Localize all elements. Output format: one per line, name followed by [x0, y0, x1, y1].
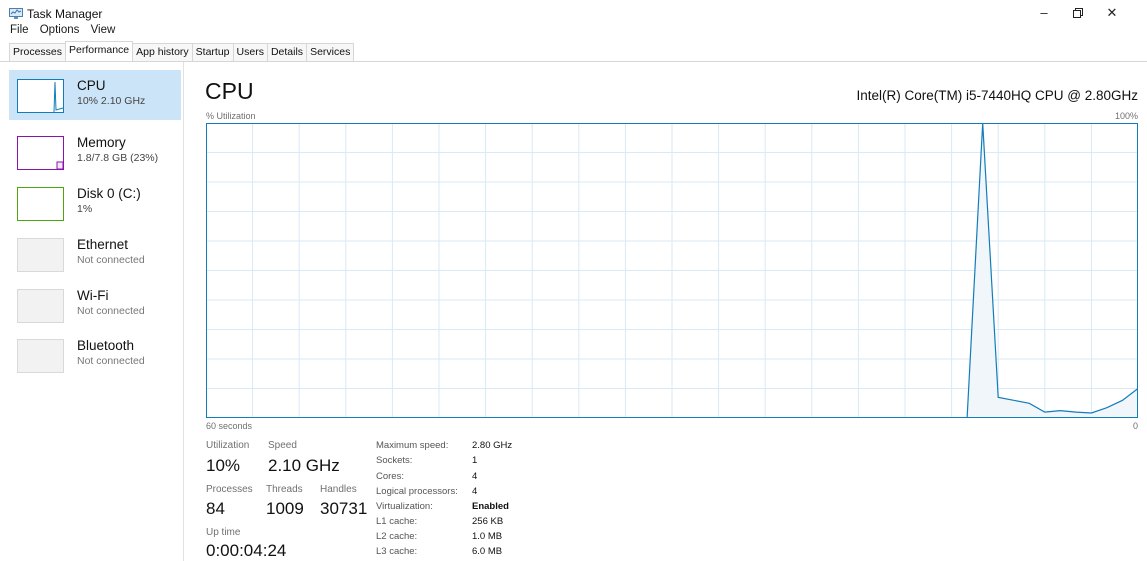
sidebar-item-cpu[interactable]: CPU 10% 2.10 GHz [9, 70, 181, 120]
processes-value: 84 [206, 499, 225, 518]
sidebar-item-detail: Not connected [77, 355, 145, 367]
tab-divider [0, 61, 1147, 62]
restore-icon [1073, 8, 1083, 18]
handles-label: Handles [320, 484, 357, 495]
spec-label: L3 cache: [376, 546, 418, 557]
spec-label: Cores: [376, 471, 404, 482]
spec-label: L1 cache: [376, 516, 418, 527]
sidebar-item-label: Memory [77, 135, 126, 150]
utilization-value: 10% [206, 456, 241, 475]
tab-app-history[interactable]: App history [132, 43, 193, 61]
tab-users[interactable]: Users [232, 43, 268, 61]
processes-label: Processes [206, 484, 253, 495]
sidebar-item-label: Bluetooth [77, 338, 135, 353]
spec-value: 4 [472, 471, 478, 482]
wifi-thumbnail-graph [17, 289, 64, 323]
spec-value: 4 [472, 486, 478, 497]
spec-label: Maximum speed: [376, 440, 449, 451]
menu-bar: File Options View [10, 24, 123, 36]
spec-value: 2.80 GHz [472, 440, 513, 451]
tab-processes[interactable]: Processes [9, 43, 67, 61]
graph-grid [206, 123, 1138, 418]
speed-value: 2.10 GHz [268, 456, 340, 475]
title-bar: Task Manager – ✕ [0, 0, 1147, 24]
sidebar-item-label: Ethernet [77, 237, 129, 252]
sidebar-item-ethernet[interactable]: Ethernet Not connected [9, 229, 181, 279]
graph-time-span: 60 seconds [206, 421, 253, 431]
task-manager-icon [9, 8, 23, 19]
graph-y-label: % Utilization [206, 111, 256, 121]
resource-sidebar: CPU 10% 2.10 GHz Memory 1.8/7.8 GB (23%)… [9, 70, 181, 561]
uptime-value: 0:00:04:24 [206, 541, 287, 560]
tab-strip: Processes Performance App history Startu… [9, 41, 355, 62]
tab-performance[interactable]: Performance [65, 41, 134, 62]
utilization-label: Utilization [206, 440, 250, 451]
threads-label: Threads [266, 484, 303, 495]
spec-value: 256 KB [472, 516, 504, 527]
spec-label: L2 cache: [376, 531, 418, 542]
uptime-label: Up time [206, 527, 241, 538]
page-title: CPU [205, 78, 254, 104]
sidebar-item-detail: 10% 2.10 GHz [77, 95, 146, 107]
handles-value: 30731 [320, 499, 368, 518]
cpu-thumbnail-graph [17, 79, 64, 113]
sidebar-item-memory[interactable]: Memory 1.8/7.8 GB (23%) [9, 127, 181, 177]
window-title: Task Manager [27, 7, 103, 21]
memory-thumbnail-graph [17, 136, 64, 170]
graph-y-min: 0 [1132, 421, 1138, 431]
tab-details[interactable]: Details [266, 43, 308, 61]
disk-thumbnail-graph [17, 187, 64, 221]
cpu-model-name: Intel(R) Core(TM) i5-7440HQ CPU @ 2.80GH… [856, 88, 1138, 103]
menu-file[interactable]: File [10, 24, 29, 36]
memory-mini-chart [56, 161, 64, 170]
bluetooth-thumbnail-graph [17, 339, 64, 373]
sidebar-item-detail: Not connected [77, 254, 145, 266]
sidebar-item-label: Disk 0 (C:) [77, 186, 141, 201]
sidebar-item-label: CPU [77, 78, 106, 93]
ethernet-thumbnail-graph [17, 238, 64, 272]
sidebar-item-detail: Not connected [77, 305, 145, 317]
tab-services[interactable]: Services [306, 43, 355, 61]
sidebar-item-bluetooth[interactable]: Bluetooth Not connected [9, 330, 181, 380]
spec-value: 1 [472, 455, 478, 466]
sidebar-item-detail: 1.8/7.8 GB (23%) [77, 152, 159, 164]
sidebar-item-wifi[interactable]: Wi-Fi Not connected [9, 280, 181, 330]
spec-value: 6.0 MB [472, 546, 503, 557]
spec-value: Enabled [472, 501, 509, 512]
cpu-mini-chart [53, 81, 64, 113]
sidebar-item-disk[interactable]: Disk 0 (C:) 1% [9, 178, 181, 228]
sidebar-item-detail: 1% [77, 203, 93, 215]
restore-button[interactable] [1061, 3, 1095, 23]
spec-value: 1.0 MB [472, 531, 503, 542]
sidebar-divider [183, 62, 184, 561]
speed-label: Speed [268, 440, 297, 451]
menu-options[interactable]: Options [40, 24, 80, 36]
tab-startup[interactable]: Startup [191, 43, 234, 61]
close-button[interactable]: ✕ [1095, 3, 1129, 23]
sidebar-item-label: Wi-Fi [77, 288, 109, 303]
spec-label: Logical processors: [376, 486, 458, 497]
spec-label: Sockets: [376, 455, 413, 466]
cpu-utilization-graph [206, 123, 1138, 418]
spec-label: Virtualization: [376, 501, 433, 512]
menu-view[interactable]: View [91, 24, 116, 36]
minimize-button[interactable]: – [1027, 3, 1061, 23]
graph-y-max: 100% [1114, 111, 1138, 121]
threads-value: 1009 [266, 499, 304, 518]
